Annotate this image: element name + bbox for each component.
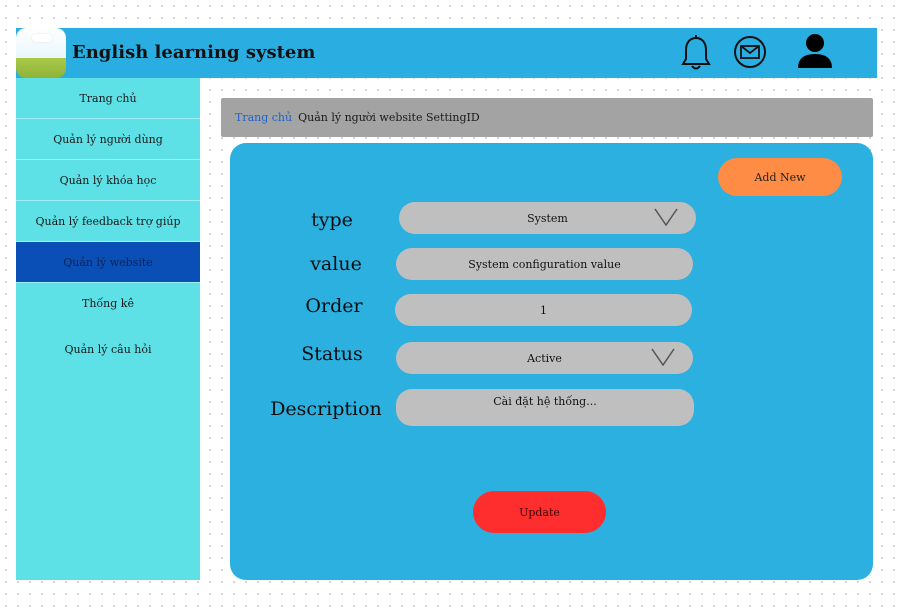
order-input[interactable]: 1 [395, 294, 692, 326]
sidebar-item-website[interactable]: Quản lý website [16, 242, 200, 283]
type-select[interactable]: System [399, 202, 696, 234]
app-title: English learning system [72, 42, 316, 63]
user-icon[interactable] [796, 32, 834, 74]
app-logo [16, 28, 66, 78]
header-bar: English learning system [16, 28, 877, 78]
sidebar-item-home[interactable]: Trang chủ [16, 78, 200, 119]
sidebar-item-questions[interactable]: Quản lý câu hỏi [16, 329, 200, 369]
mail-icon[interactable] [733, 35, 767, 73]
sidebar-item-users[interactable]: Quản lý người dùng [16, 119, 200, 160]
sidebar-item-feedback[interactable]: Quản lý feedback trợ giúp [16, 201, 200, 242]
value-label: value [310, 253, 362, 275]
chevron-down-icon [651, 348, 675, 369]
settings-form-panel: Add New type System value System configu… [230, 143, 873, 580]
breadcrumb-current: Quản lý người website SettingID [298, 111, 480, 124]
sidebar-item-statistics[interactable]: Thống kê [16, 283, 200, 323]
bell-icon[interactable] [680, 34, 712, 76]
type-label: type [311, 209, 353, 231]
value-input[interactable]: System configuration value [396, 248, 693, 280]
status-select[interactable]: Active [396, 342, 693, 374]
description-textarea[interactable]: Cài đặt hệ thống... [396, 389, 694, 426]
sidebar-item-courses[interactable]: Quản lý khóa học [16, 160, 200, 201]
sidebar: Trang chủ Quản lý người dùng Quản lý khó… [16, 78, 200, 580]
status-label: Status [301, 343, 363, 365]
update-button[interactable]: Update [473, 491, 606, 533]
breadcrumb-home-link[interactable]: Trang chủ [235, 111, 292, 124]
status-select-value: Active [527, 351, 562, 365]
breadcrumb: Trang chủ Quản lý người website SettingI… [221, 98, 873, 137]
description-label: Description [270, 398, 382, 420]
order-label: Order [305, 295, 363, 317]
chevron-down-icon [654, 208, 678, 229]
type-select-value: System [527, 211, 568, 225]
add-new-button[interactable]: Add New [718, 158, 842, 196]
